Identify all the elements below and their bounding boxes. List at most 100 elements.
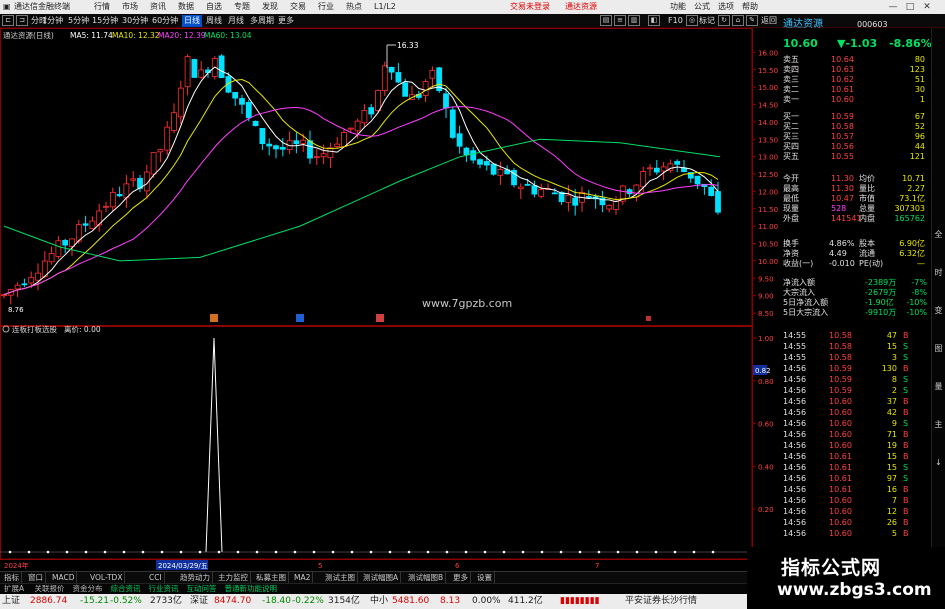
back-button[interactable]: 返回 [761,15,777,27]
side-button-0[interactable]: 全 [933,228,944,241]
tick-row[interactable]: 14:56 10.59 2 S [781,386,929,396]
stat-label: 今开 [783,174,799,183]
period-tab-30min[interactable]: 30分钟 [122,15,148,27]
menu-item-data[interactable]: 数据 [178,1,194,13]
tick-row[interactable]: 14:56 10.61 15 B [781,452,929,462]
period-tab-60min[interactable]: 60分钟 [152,15,178,27]
menu-item-level[interactable]: L1/L2 [374,1,396,13]
menu-item-hot[interactable]: 热点 [346,1,362,13]
menu-item-news[interactable]: 资讯 [150,1,166,13]
tick-row[interactable]: 14:56 10.60 37 B [781,397,929,407]
side-button-5[interactable]: 主 [933,418,944,431]
menu-item-watchlist[interactable]: 自选 [206,1,222,13]
period-tab-more[interactable]: 更多 [278,15,294,27]
tick-row[interactable]: 14:55 10.58 3 S [781,353,929,363]
bid-label: 买四 [783,142,799,151]
kline-chart[interactable]: 通达资源(日线) MA5: 11.74 MA10: 12.32 MA20: 12… [0,28,781,571]
minimize-icon[interactable]: — [886,0,900,14]
broker-link[interactable]: 通达资源 [565,1,597,13]
tick-row[interactable]: 14:56 10.60 5 B [781,529,929,539]
period-tab-1min[interactable]: 1分钟 [42,15,63,27]
period-tab-5min[interactable]: 5分钟 [68,15,89,27]
menu-item-help[interactable]: 帮助 [742,1,758,13]
indicator-tab-8[interactable]: MA2 [292,572,314,583]
indicator-tab-12[interactable]: 更多 [451,572,471,583]
tick-row[interactable]: 14:56 10.61 16 B [781,485,929,495]
maximize-icon[interactable]: □ [903,0,917,14]
toolbar-icon-1[interactable]: ▤ [600,15,612,26]
tick-row[interactable]: 14:56 10.61 15 S [781,463,929,473]
side-button-2[interactable]: 变 [933,304,944,317]
toolbar-icon-5[interactable]: ◎ [686,15,698,26]
info-tab-0[interactable]: 扩展A [2,584,26,594]
tick-row[interactable]: 14:56 10.59 130 B [781,364,929,374]
toolbar-icon-3[interactable]: ▥ [628,15,640,26]
info-tab-1[interactable]: 关联报价 [33,584,67,594]
trade-login-link[interactable]: 交易未登录 [510,1,550,13]
indicator-tab-0[interactable]: 指标 [2,572,22,583]
menu-item-functions[interactable]: 功能 [670,1,686,13]
bid-label: 买五 [783,152,799,161]
bid-price: 10.56 [831,142,854,151]
info-tab-5[interactable]: 互动问答 [185,584,219,594]
indicator-tab-1[interactable]: 窗口 [26,572,46,583]
toolbar-icon-7[interactable]: ⌂ [732,15,744,26]
tick-volume: 37 [886,397,897,406]
indicator-tab-10[interactable]: 测试幅图A [361,572,402,583]
tick-price: 10.59 [829,386,852,395]
tick-row[interactable]: 14:56 10.60 12 B [781,507,929,517]
side-button-1[interactable]: 时 [933,266,944,279]
f10-button[interactable]: F10 [668,15,683,27]
menu-item-industry[interactable]: 行业 [318,1,334,13]
period-tab-multi[interactable]: 多周期 [250,15,274,27]
forward-icon[interactable]: ⊐ [16,15,28,26]
period-tab-15min[interactable]: 15分钟 [92,15,118,27]
menu-item-trade[interactable]: 交易 [290,1,306,13]
side-button-6[interactable]: ↓ [933,456,944,469]
tick-row[interactable]: 14:55 10.58 15 S [781,342,929,352]
toolbar-icon-2[interactable]: ≡ [614,15,626,26]
period-tab-monthly[interactable]: 月线 [228,15,244,27]
tick-row[interactable]: 14:56 10.59 8 S [781,375,929,385]
menu-item-options[interactable]: 选项 [718,1,734,13]
close-icon[interactable]: ✕ [920,0,934,14]
info-tab-3[interactable]: 综合资讯 [109,584,143,594]
menu-item-topics[interactable]: 专题 [234,1,250,13]
indicator-tab-7[interactable]: 私募主图 [254,572,289,583]
tick-volume: 42 [886,408,897,417]
indicator-tab-6[interactable]: 主力监控 [216,572,251,583]
tick-row[interactable]: 14:56 10.60 19 B [781,441,929,451]
indicator-tab-4[interactable]: CCI [147,572,165,583]
info-tab-6[interactable]: 普通新功能说明 [223,584,280,594]
period-tab-daily[interactable]: 日线 [182,15,202,27]
toolbar-icon-8[interactable]: ✎ [746,15,758,26]
bid-row: 买一 10.59 67 [781,112,929,122]
info-tab-4[interactable]: 行业资讯 [147,584,181,594]
mark-button[interactable]: 标记 [699,15,715,27]
tick-row[interactable]: 14:55 10.58 47 B [781,331,929,341]
menu-item-discover[interactable]: 发现 [262,1,278,13]
tick-side: S [903,419,909,428]
menu-item-quotes[interactable]: 行情 [94,1,110,13]
menu-item-market[interactable]: 市场 [122,1,138,13]
back-icon[interactable]: ⊏ [2,15,14,26]
tick-row[interactable]: 14:56 10.60 26 B [781,518,929,528]
tick-row[interactable]: 14:56 10.60 42 B [781,408,929,418]
menu-item-formula[interactable]: 公式 [694,1,710,13]
side-button-4[interactable]: 量 [933,380,944,393]
info-tab-2[interactable]: 资金分布 [71,584,105,594]
toolbar-icon-4[interactable]: ◧ [648,15,660,26]
indicator-tab-11[interactable]: 测试幅图B [406,572,447,583]
tick-row[interactable]: 14:56 10.60 71 B [781,430,929,440]
tick-row[interactable]: 14:56 10.61 97 S [781,474,929,484]
period-tab-weekly[interactable]: 周线 [206,15,222,27]
tick-row[interactable]: 14:56 10.60 7 B [781,496,929,506]
indicator-tab-2[interactable]: MACD [50,572,78,583]
indicator-tab-13[interactable]: 设置 [475,572,495,583]
indicator-tab-9[interactable]: 测试主图 [323,572,358,583]
side-button-3[interactable]: 图 [933,342,944,355]
indicator-tab-5[interactable]: 趋势动力 [178,572,213,583]
indicator-tab-3[interactable]: VOL-TDX [88,572,126,583]
tick-row[interactable]: 14:56 10.60 9 S [781,419,929,429]
toolbar-icon-6[interactable]: ↻ [718,15,730,26]
